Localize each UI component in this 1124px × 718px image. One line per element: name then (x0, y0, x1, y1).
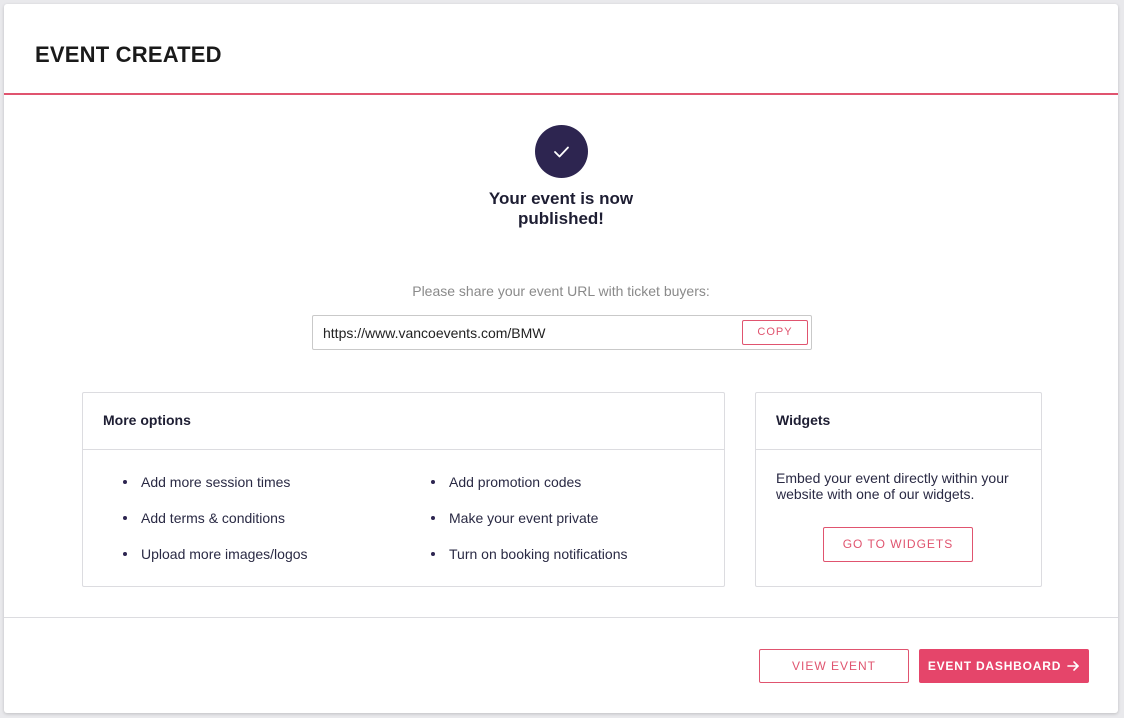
event-dashboard-label: EVENT DASHBOARD (927, 659, 1062, 673)
footer-divider (4, 617, 1118, 618)
option-add-session-times[interactable]: Add more session times (121, 473, 308, 509)
more-options-right-list: Add promotion codes Make your event priv… (429, 473, 627, 581)
option-add-promo-codes[interactable]: Add promotion codes (429, 473, 627, 509)
option-label[interactable]: Add terms & conditions (141, 510, 285, 526)
success-circle (535, 125, 588, 178)
option-label[interactable]: Add promotion codes (449, 474, 581, 490)
go-to-widgets-button[interactable]: GO TO WIDGETS (823, 527, 973, 562)
option-label[interactable]: Turn on booking notifications (449, 546, 627, 562)
more-options-title: More options (83, 393, 724, 450)
bullet (431, 480, 435, 484)
widgets-card: Widgets Embed your event directly within… (755, 392, 1042, 587)
widgets-title: Widgets (756, 393, 1041, 450)
bullet (123, 480, 127, 484)
modal-header: EVENT CREATED (4, 4, 1118, 95)
view-event-button[interactable]: VIEW EVENT (759, 649, 909, 683)
event-url-field[interactable]: https://www.vancoevents.com/BMW COPY (312, 315, 812, 350)
more-options-card: More options Add more session times Add … (82, 392, 725, 587)
copy-button[interactable]: COPY (742, 320, 808, 345)
share-label: Please share your event URL with ticket … (412, 283, 710, 299)
arrow-right-icon (1067, 661, 1079, 671)
bullet (431, 516, 435, 520)
success-message: Your event is now published! (461, 189, 661, 229)
event-created-modal: EVENT CREATED Your event is now publishe… (4, 4, 1118, 713)
event-url-text[interactable]: https://www.vancoevents.com/BMW (323, 325, 546, 341)
bullet (123, 552, 127, 556)
option-add-terms[interactable]: Add terms & conditions (121, 509, 308, 545)
option-booking-notifications[interactable]: Turn on booking notifications (429, 545, 627, 581)
modal-title: EVENT CREATED (35, 42, 222, 67)
option-upload-images[interactable]: Upload more images/logos (121, 545, 308, 581)
option-make-private[interactable]: Make your event private (429, 509, 627, 545)
option-label[interactable]: Upload more images/logos (141, 546, 308, 562)
option-label[interactable]: Add more session times (141, 474, 290, 490)
bullet (123, 516, 127, 520)
option-label[interactable]: Make your event private (449, 510, 598, 526)
more-options-left-list: Add more session times Add terms & condi… (121, 473, 308, 581)
check-icon (554, 146, 569, 158)
bullet (431, 552, 435, 556)
event-dashboard-button[interactable]: EVENT DASHBOARD (919, 649, 1089, 683)
success-message-line1: Your event is now (488, 189, 634, 208)
success-message-line2: published! (518, 209, 604, 228)
widgets-description: Embed your event directly within your we… (776, 470, 1009, 502)
